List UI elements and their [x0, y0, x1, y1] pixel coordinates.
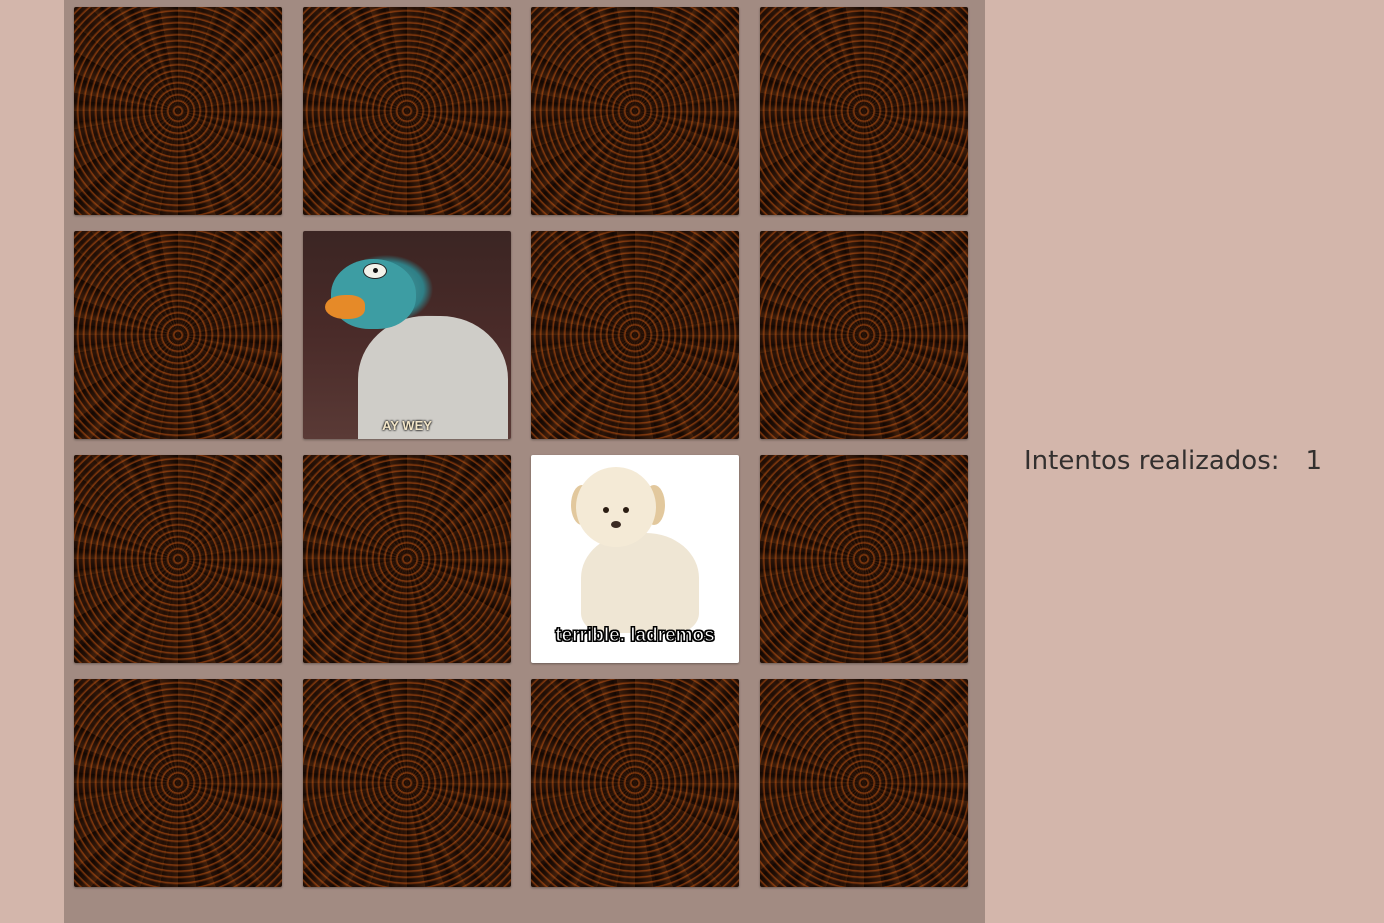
card-back[interactable] [74, 7, 282, 215]
memory-game-board: AY WEY terrible. ladremos [64, 0, 985, 923]
card-revealed-dog[interactable]: terrible. ladremos [531, 455, 739, 663]
card-revealed-perry[interactable]: AY WEY [303, 231, 511, 439]
card-back[interactable] [74, 231, 282, 439]
card-back[interactable] [760, 679, 968, 887]
card-back[interactable] [760, 455, 968, 663]
dog-eye-image [623, 507, 629, 513]
card-back[interactable] [531, 679, 739, 887]
card-caption: AY WEY [382, 418, 432, 433]
dog-eye-image [603, 507, 609, 513]
card-back[interactable] [303, 455, 511, 663]
card-back[interactable] [531, 231, 739, 439]
card-back[interactable] [74, 455, 282, 663]
attempts-label: Intentos realizados: [1024, 446, 1280, 476]
card-back[interactable] [760, 7, 968, 215]
card-back[interactable] [74, 679, 282, 887]
attempts-counter: Intentos realizados: 1 [1024, 446, 1322, 476]
card-back[interactable] [531, 7, 739, 215]
card-back[interactable] [303, 7, 511, 215]
card-caption: terrible. ladremos [555, 625, 715, 647]
attempts-count: 1 [1305, 446, 1323, 476]
card-back[interactable] [760, 231, 968, 439]
card-back[interactable] [303, 679, 511, 887]
perry-eye-image [363, 263, 387, 279]
dog-body-image [581, 533, 699, 633]
dog-nose-image [611, 521, 621, 528]
dog-head-image [576, 467, 656, 547]
perry-bill-image [325, 295, 365, 319]
